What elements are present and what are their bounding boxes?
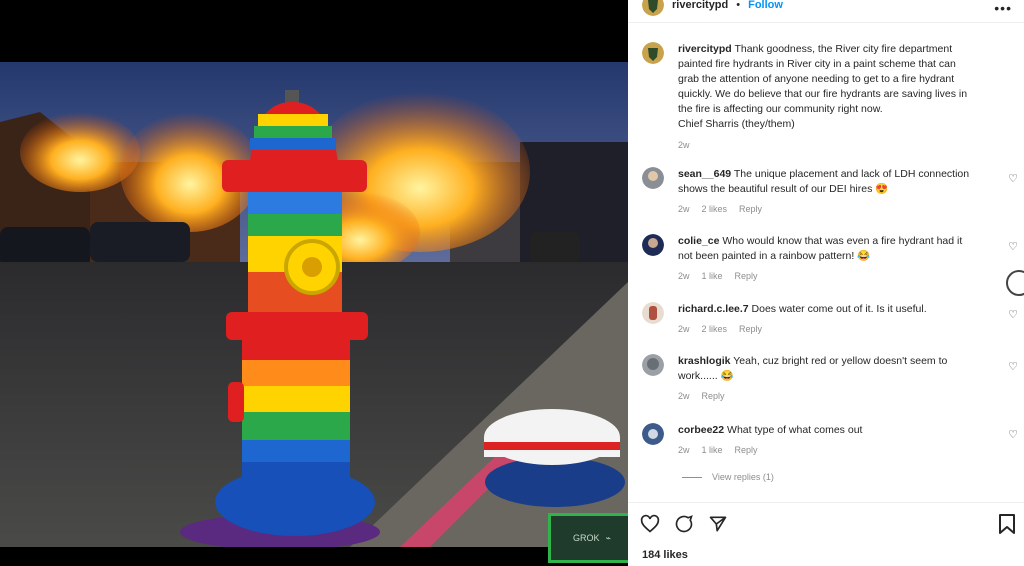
caption-text-block: rivercitypd Thank goodness, the River ci… <box>678 42 978 153</box>
comment-time: 2w <box>678 204 690 214</box>
comment-body: corbee22 What type of what comes out 2w 1… <box>678 423 978 458</box>
comment-username[interactable]: richard.c.lee.7 <box>678 303 749 315</box>
comment-text: Who would know that was even a fire hydr… <box>678 235 963 262</box>
comment-time: 2w <box>678 391 690 401</box>
dot-separator: • <box>736 0 741 11</box>
actions-divider <box>628 502 1024 503</box>
comment-item: sean__649 The unique placement and lack … <box>642 167 1012 217</box>
heart-icon[interactable]: ♡ <box>1008 172 1018 185</box>
follow-button[interactable]: Follow <box>748 0 783 11</box>
comment-body: krashlogik Yeah, cuz bright red or yello… <box>678 354 978 404</box>
comment-likes[interactable]: 2 likes <box>702 202 728 217</box>
comment-item: colie_ce Who would know that was even a … <box>642 234 1012 284</box>
header-divider <box>628 22 1024 23</box>
comment-body: colie_ce Who would know that was even a … <box>678 234 978 284</box>
comment-emoji: 😍 <box>875 183 889 195</box>
comment-time: 2w <box>678 445 690 455</box>
avatar[interactable] <box>642 234 664 256</box>
comment-emoji: 😂 <box>857 250 871 262</box>
heart-icon[interactable] <box>640 514 660 539</box>
grok-logo-icon: ⌁ <box>605 532 611 543</box>
action-bar <box>640 514 728 539</box>
comment-item: corbee22 What type of what comes out 2w 1… <box>642 423 1012 458</box>
avatar[interactable] <box>642 423 664 445</box>
view-replies-button[interactable]: View replies (1) <box>682 472 774 482</box>
grok-watermark: GROK ⌁ <box>548 513 628 563</box>
more-icon[interactable]: ••• <box>994 0 1012 16</box>
bookmark-icon[interactable] <box>998 514 1016 539</box>
caption-username[interactable]: rivercitypd <box>678 43 732 55</box>
heart-icon[interactable]: ♡ <box>1008 308 1018 321</box>
avatar[interactable] <box>642 0 664 16</box>
heart-icon[interactable]: ♡ <box>1008 360 1018 373</box>
comment-body: richard.c.lee.7 Does water come out of i… <box>678 302 978 337</box>
view-replies-line <box>682 476 702 478</box>
heart-icon[interactable]: ♡ <box>1008 240 1018 253</box>
post-header: rivercitypd • Follow <box>642 0 783 16</box>
comment-body: sean__649 The unique placement and lack … <box>678 167 978 217</box>
comment-emoji: 😂 <box>720 370 734 382</box>
comment-likes[interactable]: 2 likes <box>702 322 728 337</box>
comment-time: 2w <box>678 271 690 281</box>
comment-icon[interactable] <box>674 514 694 539</box>
post-image <box>0 62 628 547</box>
comment-time: 2w <box>678 324 690 334</box>
post-sidebar: rivercitypd • Follow ••• rivercitypd Tha… <box>628 0 1024 566</box>
post-username[interactable]: rivercitypd <box>672 0 728 11</box>
reply-button[interactable]: Reply <box>702 389 725 404</box>
reply-button[interactable]: Reply <box>739 202 762 217</box>
post-media[interactable]: GROK ⌁ <box>0 0 628 566</box>
avatar[interactable] <box>642 42 664 64</box>
comment-text: Does water come out of it. Is it useful. <box>751 303 927 315</box>
avatar[interactable] <box>642 302 664 324</box>
comment-username[interactable]: corbee22 <box>678 424 724 436</box>
comment-username[interactable]: sean__649 <box>678 168 731 180</box>
comment-username[interactable]: krashlogik <box>678 355 731 367</box>
grok-watermark-label: GROK <box>573 533 600 543</box>
caption-timestamp: 2w <box>678 140 690 150</box>
comment-text: What type of what comes out <box>727 424 863 436</box>
heart-icon[interactable]: ♡ <box>1008 428 1018 441</box>
reply-button[interactable]: Reply <box>735 269 758 284</box>
comment-likes[interactable]: 1 like <box>702 269 723 284</box>
view-replies-label: View replies (1) <box>712 472 774 482</box>
share-icon[interactable] <box>708 514 728 539</box>
comment-item: richard.c.lee.7 Does water come out of i… <box>642 302 1012 337</box>
reply-button[interactable]: Reply <box>735 443 758 458</box>
avatar[interactable] <box>642 354 664 376</box>
scroll-indicator[interactable] <box>1006 270 1024 296</box>
comment-likes[interactable]: 1 like <box>702 443 723 458</box>
reply-button[interactable]: Reply <box>739 322 762 337</box>
post-caption: rivercitypd Thank goodness, the River ci… <box>642 42 978 153</box>
avatar[interactable] <box>642 167 664 189</box>
comment-username[interactable]: colie_ce <box>678 235 719 247</box>
caption-signature: Chief Sharris (they/them) <box>678 118 795 130</box>
comment-item: krashlogik Yeah, cuz bright red or yello… <box>642 354 1012 404</box>
likes-count[interactable]: 184 likes <box>642 549 688 561</box>
